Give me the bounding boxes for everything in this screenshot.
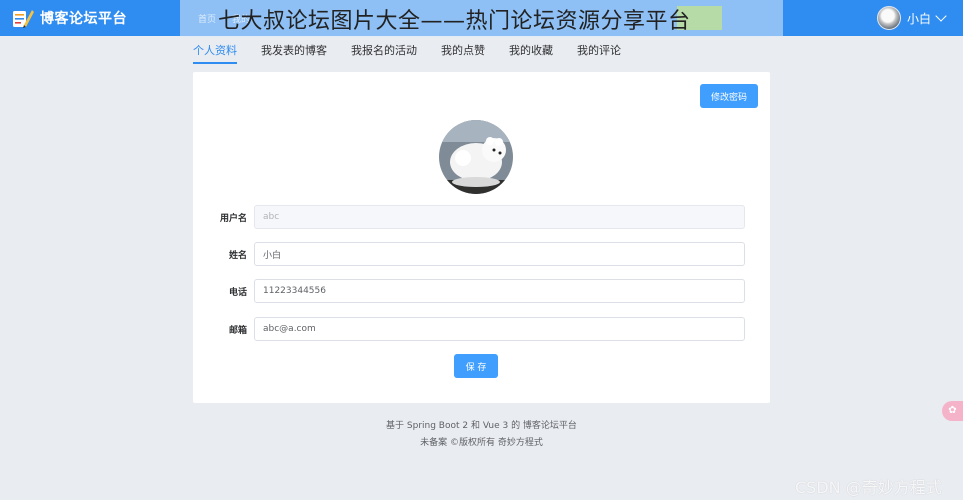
watermark: CSDN @奇妙方程式 xyxy=(795,478,942,497)
profile-card: 修改密码 用户名 姓名 电话 邮箱 保 存 xyxy=(193,72,770,403)
change-password-button[interactable]: 修改密码 xyxy=(700,84,758,108)
username-row: 用户名 xyxy=(213,205,745,229)
phone-label: 电话 xyxy=(228,287,247,298)
tab-my-blogs[interactable]: 我发表的博客 xyxy=(261,36,327,64)
avatar[interactable] xyxy=(876,6,901,30)
tab-my-likes[interactable]: 我的点赞 xyxy=(441,36,485,64)
footer-line-1: 基于 Spring Boot 2 和 Vue 3 的 博客论坛平台 xyxy=(386,421,577,431)
app-logo-icon xyxy=(13,10,34,28)
phone-field[interactable] xyxy=(254,279,745,303)
app-title: 博客论坛平台 xyxy=(40,11,127,27)
phone-row: 电话 xyxy=(213,279,745,303)
save-button[interactable]: 保 存 xyxy=(454,354,498,378)
user-menu[interactable]: 小白 xyxy=(876,6,947,30)
user-name[interactable]: 小白 xyxy=(907,10,931,27)
username-field xyxy=(254,205,745,229)
tab-profile[interactable]: 个人资料 xyxy=(193,36,237,64)
username-label: 用户名 xyxy=(219,213,247,224)
tab-my-comments[interactable]: 我的评论 xyxy=(577,36,621,64)
floating-button-icon: ✿ xyxy=(948,405,957,416)
floating-side-button[interactable]: ✿ xyxy=(942,401,963,421)
footer: 基于 Spring Boot 2 和 Vue 3 的 博客论坛平台 未备案 ©版… xyxy=(193,418,770,452)
tab-my-favorites[interactable]: 我的收藏 xyxy=(509,36,553,64)
tab-my-activities[interactable]: 我报名的活动 xyxy=(351,36,417,64)
email-label: 邮箱 xyxy=(228,325,247,336)
avatar-image xyxy=(439,120,513,194)
email-row: 邮箱 xyxy=(213,317,745,341)
overlay-title: 七大叔论坛图片大全——热门论坛资源分享平台 xyxy=(218,9,691,34)
profile-avatar[interactable] xyxy=(439,120,513,194)
profile-tabs: 个人资料 我发表的博客 我报名的活动 我的点赞 我的收藏 我的评论 xyxy=(193,36,770,64)
name-label: 姓名 xyxy=(228,250,247,261)
brand[interactable]: 博客论坛平台 xyxy=(12,6,127,30)
name-row: 姓名 xyxy=(213,242,745,266)
name-field[interactable] xyxy=(254,242,745,266)
footer-line-2: 未备案 ©版权所有 奇妙方程式 xyxy=(420,438,543,448)
email-field[interactable] xyxy=(254,317,745,341)
chevron-down-icon[interactable] xyxy=(935,10,947,22)
